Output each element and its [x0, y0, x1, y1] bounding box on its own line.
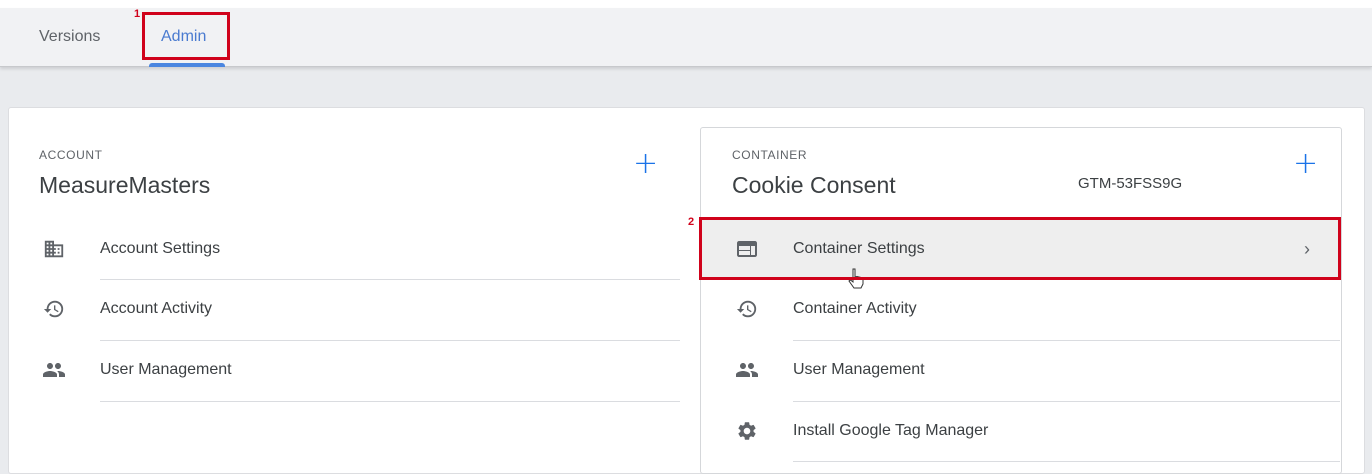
- container-user-management-label: User Management: [793, 361, 925, 378]
- container-user-management-row[interactable]: User Management: [700, 340, 1340, 400]
- people-icon: [735, 358, 759, 382]
- account-user-management-label: User Management: [100, 361, 232, 378]
- history-icon: [42, 297, 66, 321]
- people-icon: [42, 358, 66, 382]
- active-tab-indicator: [149, 63, 225, 67]
- add-container-button[interactable]: +: [1293, 149, 1318, 179]
- top-strip: [0, 0, 1372, 8]
- account-activity-row[interactable]: Account Activity: [8, 279, 698, 339]
- container-name: Cookie Consent: [732, 172, 896, 198]
- divider: [100, 401, 680, 402]
- container-section-label: CONTAINER: [732, 148, 808, 162]
- tab-versions[interactable]: Versions: [39, 8, 100, 66]
- install-gtm-row[interactable]: Install Google Tag Manager: [700, 401, 1340, 461]
- account-settings-row[interactable]: Account Settings: [8, 219, 698, 279]
- building-icon: [42, 237, 66, 261]
- account-user-management-row[interactable]: User Management: [8, 340, 698, 400]
- container-id: GTM-53FSS9G: [1078, 175, 1183, 192]
- annotation-box-container-settings: [699, 217, 1341, 280]
- install-gtm-label: Install Google Tag Manager: [793, 422, 989, 439]
- gear-icon: [735, 419, 759, 443]
- add-account-button[interactable]: +: [633, 149, 658, 179]
- history-icon: [735, 297, 759, 321]
- account-settings-label: Account Settings: [100, 240, 221, 257]
- account-section-label: ACCOUNT: [39, 148, 103, 162]
- annotation-box-admin: [142, 12, 230, 60]
- account-activity-label: Account Activity: [100, 300, 213, 317]
- tab-versions-label: Versions: [39, 28, 101, 45]
- account-name: MeasureMasters: [39, 172, 211, 198]
- container-activity-label: Container Activity: [793, 300, 917, 317]
- annotation-number-2: 2: [688, 216, 695, 228]
- annotation-number-1: 1: [134, 8, 141, 20]
- container-activity-row[interactable]: Container Activity: [700, 279, 1340, 339]
